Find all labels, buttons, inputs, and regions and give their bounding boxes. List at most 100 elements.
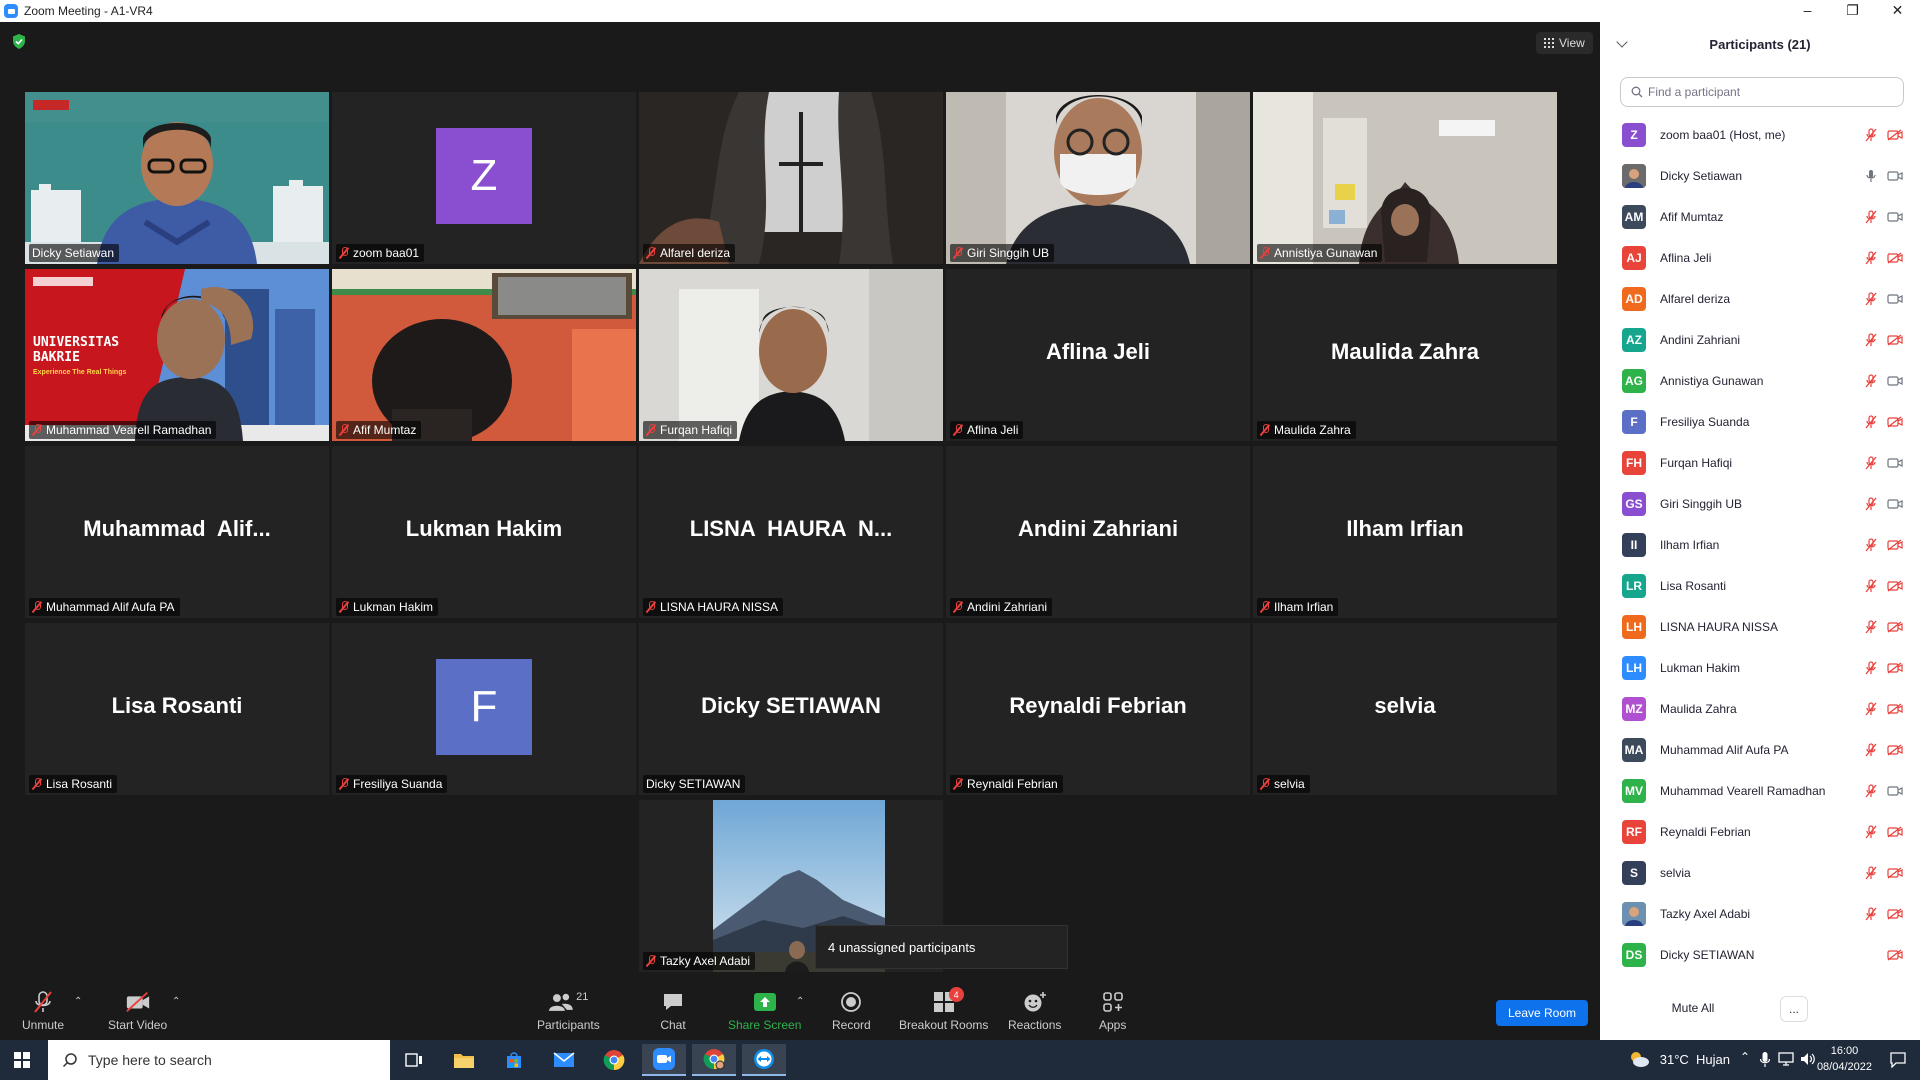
video-tile-aflina-jeli[interactable]: Aflina Jeli Aflina Jeli (946, 269, 1250, 441)
start-video-button[interactable]: Start Video (108, 990, 167, 1032)
share-options-caret[interactable]: ⌃ (796, 996, 804, 1007)
file-explorer-icon[interactable] (442, 1044, 486, 1076)
mic-muted-icon[interactable] (1865, 414, 1877, 429)
mic-muted-icon[interactable] (1865, 660, 1877, 675)
mic-muted-icon[interactable] (1865, 783, 1877, 798)
participant-row[interactable]: II Ilham Irfian (1600, 524, 1920, 565)
video-icon[interactable] (1887, 785, 1903, 797)
participant-row[interactable]: F Fresiliya Suanda (1600, 401, 1920, 442)
participant-row[interactable]: LR Lisa Rosanti (1600, 565, 1920, 606)
participant-row[interactable]: AD Alfarel deriza (1600, 278, 1920, 319)
video-icon[interactable] (1887, 211, 1903, 223)
minimize-button[interactable]: – (1785, 0, 1830, 22)
taskbar-search-box[interactable]: Type here to search (48, 1040, 390, 1080)
participant-row[interactable]: MZ Maulida Zahra (1600, 688, 1920, 729)
restore-button[interactable]: ❐ (1830, 0, 1875, 22)
mic-muted-icon[interactable] (1865, 701, 1877, 716)
apps-button[interactable]: Apps (1099, 990, 1126, 1032)
participant-row[interactable]: Sselvia (1600, 852, 1920, 893)
video-tile-annistiya-gunawan[interactable]: Annistiya Gunawan (1253, 92, 1557, 264)
mic-muted-icon[interactable] (1865, 496, 1877, 511)
mic-muted-icon[interactable] (1865, 906, 1877, 921)
mic-muted-icon[interactable] (1865, 291, 1877, 306)
video-tile-lisa-rosanti[interactable]: Lisa Rosanti Lisa Rosanti (25, 623, 329, 795)
chat-button[interactable]: Chat (660, 990, 686, 1032)
video-off-icon[interactable] (1887, 415, 1903, 428)
video-off-icon[interactable] (1887, 538, 1903, 551)
participant-row[interactable]: MA Muhammad Alif Aufa PA (1600, 729, 1920, 770)
chrome-icon[interactable] (592, 1044, 636, 1076)
mic-muted-icon[interactable] (1865, 250, 1877, 265)
video-tile-dicky-setiawan[interactable]: Dicky Setiawan (25, 92, 329, 264)
participant-row[interactable]: AZ Andini Zahriani (1600, 319, 1920, 360)
participant-row[interactable]: FH Furqan Hafiqi (1600, 442, 1920, 483)
video-off-icon[interactable] (1887, 948, 1903, 961)
encryption-shield-icon[interactable] (12, 34, 26, 49)
tray-expand-icon[interactable]: ⌃ (1740, 1050, 1750, 1064)
reactions-button[interactable]: Reactions (1008, 990, 1061, 1032)
participant-row[interactable]: Tazky Axel Adabi (1600, 893, 1920, 934)
video-icon[interactable] (1887, 170, 1903, 182)
video-icon[interactable] (1887, 293, 1903, 305)
teamviewer-icon[interactable] (742, 1044, 786, 1076)
microsoft-store-icon[interactable] (492, 1044, 536, 1076)
video-tile-lisna-haura[interactable]: LISNA HAURA N... LISNA HAURA NISSA (639, 446, 943, 618)
video-off-icon[interactable] (1887, 702, 1903, 715)
notification-center-icon[interactable] (1890, 1052, 1906, 1068)
network-icon[interactable] (1778, 1052, 1794, 1066)
video-tile-reynaldi-febrian[interactable]: Reynaldi Febrian Reynaldi Febrian (946, 623, 1250, 795)
video-off-icon[interactable] (1887, 866, 1903, 879)
video-tile-muhammad-alif[interactable]: Muhammad Alif... Muhammad Alif Aufa PA (25, 446, 329, 618)
microphone-tray-icon[interactable] (1760, 1052, 1770, 1068)
participant-row[interactable]: AJ Aflina Jeli (1600, 237, 1920, 278)
windows-start-icon[interactable] (14, 1052, 30, 1068)
participant-row[interactable]: GS Giri Singgih UB (1600, 483, 1920, 524)
participant-search-input[interactable]: Find a participant (1620, 77, 1904, 107)
participant-row[interactable]: LH LISNA HAURA NISSA (1600, 606, 1920, 647)
mic-muted-icon[interactable] (1865, 209, 1877, 224)
participant-row[interactable]: DS Dicky SETIAWAN (1600, 934, 1920, 975)
video-tile-ilham-irfian[interactable]: Ilham Irfian Ilham Irfian (1253, 446, 1557, 618)
more-options-button[interactable]: ... (1780, 996, 1808, 1022)
video-off-icon[interactable] (1887, 333, 1903, 346)
video-icon[interactable] (1887, 375, 1903, 387)
volume-icon[interactable] (1800, 1052, 1816, 1066)
mic-muted-icon[interactable] (1865, 578, 1877, 593)
collapse-chevron-icon[interactable] (1616, 36, 1628, 48)
mic-muted-icon[interactable] (1865, 537, 1877, 552)
mail-icon[interactable] (542, 1044, 586, 1076)
participants-button[interactable]: 21 Participants (537, 990, 600, 1032)
clock[interactable]: 16:00 08/04/2022 (1817, 1043, 1872, 1075)
mic-muted-icon[interactable] (1865, 742, 1877, 757)
zoom-taskbar-icon[interactable] (642, 1044, 686, 1076)
mic-muted-icon[interactable] (1865, 332, 1877, 347)
participant-row[interactable]: MV Muhammad Vearell Ramadhan (1600, 770, 1920, 811)
participant-row[interactable]: RF Reynaldi Febrian (1600, 811, 1920, 852)
video-off-icon[interactable] (1887, 128, 1903, 141)
mic-muted-icon[interactable] (1865, 619, 1877, 634)
unmute-button[interactable]: Unmute (22, 990, 64, 1032)
mic-muted-icon[interactable] (1865, 824, 1877, 839)
video-tile-muhammad-vearell[interactable]: UNIVERSITAS BAKRIE Experience The Real T… (25, 269, 329, 441)
video-options-caret[interactable]: ⌃ (172, 996, 180, 1007)
breakout-rooms-button[interactable]: 4 Breakout Rooms (899, 987, 988, 1032)
audio-options-caret[interactable]: ⌃ (74, 996, 82, 1007)
video-tile-alfarel-deriza[interactable]: Alfarel deriza (639, 92, 943, 264)
video-tile-fresiliya-suanda[interactable]: F Fresiliya Suanda (332, 623, 636, 795)
video-tile-giri-singgih[interactable]: Giri Singgih UB (946, 92, 1250, 264)
weather-text[interactable]: 31°C Hujan (1660, 1052, 1730, 1067)
video-off-icon[interactable] (1887, 743, 1903, 756)
video-icon[interactable] (1887, 498, 1903, 510)
video-off-icon[interactable] (1887, 251, 1903, 264)
video-off-icon[interactable] (1887, 579, 1903, 592)
participant-row[interactable]: Dicky Setiawan (1600, 155, 1920, 196)
chrome-profile-icon[interactable] (692, 1044, 736, 1076)
task-view-icon[interactable] (392, 1044, 436, 1076)
video-tile-maulida-zahra[interactable]: Maulida Zahra Maulida Zahra (1253, 269, 1557, 441)
view-button[interactable]: View (1536, 32, 1593, 54)
mic-icon[interactable] (1865, 169, 1877, 183)
mic-muted-icon[interactable] (1865, 455, 1877, 470)
participant-row[interactable]: LH Lukman Hakim (1600, 647, 1920, 688)
video-off-icon[interactable] (1887, 661, 1903, 674)
video-tile-andini-zahriani[interactable]: Andini Zahriani Andini Zahriani (946, 446, 1250, 618)
